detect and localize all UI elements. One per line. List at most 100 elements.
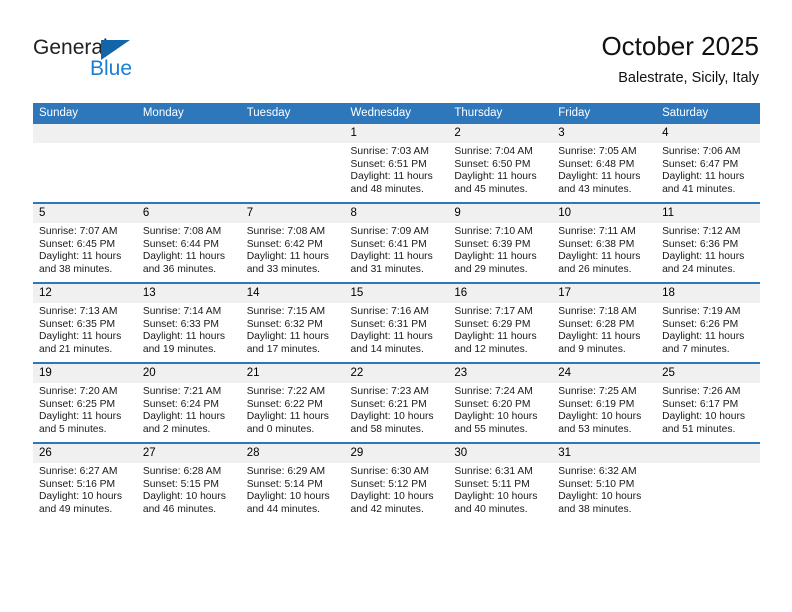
calendar-day-cell[interactable]: 26 Sunrise: 6:27 AM Sunset: 5:16 PM Dayligh…: [33, 442, 137, 522]
page-header: General Blue October 2025 Balestrate, Si…: [0, 0, 792, 100]
calendar-day-cell[interactable]: 22 Sunrise: 7:23 AM Sunset: 6:21 PM Dayligh…: [344, 362, 449, 443]
sunset-text: Sunset: 6:45 PM: [39, 238, 116, 250]
daylight-text: and 36 minutes.: [142, 263, 217, 275]
daylight-text: Daylight: 11 hours: [142, 411, 226, 423]
sunset-text: Sunset: 6:33 PM: [142, 318, 219, 330]
sunrise-text: Sunrise: 6:32 AM: [558, 466, 637, 477]
day-number: 22: [344, 364, 449, 383]
day-details: Sunrise: 7:25 AM Sunset: 6:19 PM Daylight:…: [552, 383, 656, 436]
daylight-text: and 33 minutes.: [246, 263, 320, 275]
sunset-text: Sunset: 6:35 PM: [39, 318, 116, 330]
daylight-text: and 46 minutes.: [142, 503, 217, 515]
sunrise-text: Sunrise: 6:29 AM: [246, 466, 326, 477]
calendar-day-cell[interactable]: 24 Sunrise: 7:25 AM Sunset: 6:19 PM Dayligh…: [552, 362, 657, 443]
sunset-text: Sunset: 6:39 PM: [454, 238, 531, 250]
calendar-day-cell[interactable]: 16 Sunrise: 7:17 AM Sunset: 6:29 PM Dayligh…: [448, 282, 553, 363]
daylight-text: and 43 minutes.: [558, 183, 632, 195]
day-details: Sunrise: 7:21 AM Sunset: 6:24 PM Daylight:…: [137, 383, 241, 436]
day-details: Sunrise: 7:15 AM Sunset: 6:32 PM Daylight:…: [241, 303, 345, 356]
sunrise-text: Sunrise: 7:24 AM: [454, 386, 533, 397]
calendar-day-cell[interactable]: 25 Sunrise: 7:26 AM Sunset: 6:17 PM Dayligh…: [656, 362, 760, 443]
calendar-day-cell[interactable]: 17 Sunrise: 7:18 AM Sunset: 6:28 PM Dayligh…: [552, 282, 657, 363]
sunset-text: Sunset: 5:15 PM: [142, 478, 219, 490]
calendar-day-cell[interactable]: 30 Sunrise: 6:31 AM Sunset: 5:11 PM Dayligh…: [448, 442, 553, 522]
sunset-text: Sunset: 6:51 PM: [350, 158, 427, 170]
daylight-text: and 0 minutes.: [246, 423, 315, 435]
daylight-text: Daylight: 11 hours: [350, 331, 433, 343]
sunset-text: Sunset: 6:50 PM: [454, 158, 531, 170]
weekday-header-sunday: Sunday: [33, 103, 137, 124]
daylight-text: and 45 minutes.: [454, 183, 528, 195]
calendar-day-cell[interactable]: 15 Sunrise: 7:16 AM Sunset: 6:31 PM Dayligh…: [344, 282, 449, 363]
calendar-day-cell[interactable]: 27 Sunrise: 6:28 AM Sunset: 5:15 PM Dayligh…: [136, 442, 241, 522]
calendar-day-cell[interactable]: 1 Sunrise: 7:03 AM Sunset: 6:51 PM Daylight…: [344, 124, 449, 203]
calendar-week-row: 19 Sunrise: 7:20 AM Sunset: 6:25 PM Dayligh…: [33, 362, 760, 443]
daylight-text: and 38 minutes.: [558, 503, 632, 515]
daylight-text: and 40 minutes.: [454, 503, 528, 515]
daylight-text: and 51 minutes.: [662, 423, 736, 435]
calendar-day-cell[interactable]: 28 Sunrise: 6:29 AM Sunset: 5:14 PM Dayligh…: [240, 442, 345, 522]
sunrise-text: Sunrise: 7:07 AM: [39, 226, 118, 237]
calendar-day-cell[interactable]: 5 Sunrise: 7:07 AM Sunset: 6:45 PM Daylight…: [33, 202, 137, 283]
daylight-text: Daylight: 10 hours: [558, 411, 642, 423]
calendar-cell-empty: [656, 442, 760, 522]
calendar-day-cell[interactable]: 13 Sunrise: 7:14 AM Sunset: 6:33 PM Dayligh…: [136, 282, 241, 363]
daylight-text: and 38 minutes.: [39, 263, 113, 275]
calendar-day-cell[interactable]: 21 Sunrise: 7:22 AM Sunset: 6:22 PM Dayligh…: [240, 362, 345, 443]
day-number: 20: [136, 364, 241, 383]
calendar-day-cell[interactable]: 9 Sunrise: 7:10 AM Sunset: 6:39 PM Daylight…: [448, 202, 553, 283]
day-number: 23: [448, 364, 553, 383]
sunset-text: Sunset: 6:47 PM: [662, 158, 739, 170]
day-number: 15: [344, 284, 449, 303]
calendar-day-cell[interactable]: 6 Sunrise: 7:08 AM Sunset: 6:44 PM Daylight…: [136, 202, 241, 283]
day-number: 10: [552, 204, 657, 223]
calendar-day-cell[interactable]: 10 Sunrise: 7:11 AM Sunset: 6:38 PM Dayligh…: [552, 202, 657, 283]
general-blue-logo[interactable]: General Blue: [33, 36, 173, 84]
calendar-day-cell[interactable]: 2 Sunrise: 7:04 AM Sunset: 6:50 PM Daylight…: [448, 124, 553, 203]
sunrise-text: Sunrise: 7:21 AM: [142, 386, 222, 397]
calendar-day-cell[interactable]: 19 Sunrise: 7:20 AM Sunset: 6:25 PM Dayligh…: [33, 362, 137, 443]
day-details: Sunrise: 7:23 AM Sunset: 6:21 PM Daylight:…: [345, 383, 449, 436]
day-details: Sunrise: 7:24 AM Sunset: 6:20 PM Daylight:…: [448, 383, 552, 436]
day-number: 2: [448, 124, 553, 143]
sunset-text: Sunset: 6:24 PM: [142, 398, 219, 410]
calendar-day-cell[interactable]: 29 Sunrise: 6:30 AM Sunset: 5:12 PM Dayligh…: [344, 442, 449, 522]
sunrise-text: Sunrise: 7:14 AM: [142, 306, 222, 317]
daylight-text: Daylight: 11 hours: [558, 251, 641, 263]
calendar-week-row: 12 Sunrise: 7:13 AM Sunset: 6:35 PM Dayligh…: [33, 282, 760, 363]
sunset-text: Sunset: 5:16 PM: [39, 478, 116, 490]
calendar-day-cell[interactable]: 18 Sunrise: 7:19 AM Sunset: 6:26 PM Dayligh…: [656, 282, 760, 363]
calendar-day-cell[interactable]: 20 Sunrise: 7:21 AM Sunset: 6:24 PM Dayligh…: [136, 362, 241, 443]
calendar-day-cell[interactable]: 11 Sunrise: 7:12 AM Sunset: 6:36 PM Dayligh…: [656, 202, 760, 283]
calendar-day-cell[interactable]: 31 Sunrise: 6:32 AM Sunset: 5:10 PM Dayligh…: [552, 442, 657, 522]
sunset-text: Sunset: 6:41 PM: [350, 238, 427, 250]
day-number: [656, 444, 760, 463]
day-details: Sunrise: 7:14 AM Sunset: 6:33 PM Daylight:…: [137, 303, 241, 356]
calendar-day-cell[interactable]: 8 Sunrise: 7:09 AM Sunset: 6:41 PM Daylight…: [344, 202, 449, 283]
calendar-day-cell[interactable]: 4 Sunrise: 7:06 AM Sunset: 6:47 PM Daylight…: [656, 124, 760, 203]
daylight-text: Daylight: 11 hours: [662, 251, 745, 263]
calendar-day-cell[interactable]: 12 Sunrise: 7:13 AM Sunset: 6:35 PM Dayligh…: [33, 282, 137, 363]
calendar-day-cell[interactable]: 7 Sunrise: 7:08 AM Sunset: 6:42 PM Daylight…: [240, 202, 345, 283]
sunset-text: Sunset: 6:42 PM: [246, 238, 323, 250]
daylight-text: and 21 minutes.: [39, 343, 113, 355]
day-details: Sunrise: 6:29 AM Sunset: 5:14 PM Daylight:…: [241, 463, 345, 516]
daylight-text: Daylight: 11 hours: [39, 331, 122, 343]
location-subtitle: Balestrate, Sicily, Italy: [618, 70, 759, 86]
calendar-day-cell[interactable]: 3 Sunrise: 7:05 AM Sunset: 6:48 PM Daylight…: [552, 124, 657, 203]
daylight-text: Daylight: 11 hours: [558, 331, 641, 343]
weekday-header-monday: Monday: [136, 103, 241, 124]
day-number: 16: [448, 284, 553, 303]
weekday-header-saturday: Saturday: [656, 103, 760, 124]
day-number: 19: [33, 364, 137, 383]
calendar-day-cell[interactable]: 14 Sunrise: 7:15 AM Sunset: 6:32 PM Dayligh…: [240, 282, 345, 363]
sunrise-text: Sunrise: 7:12 AM: [662, 226, 741, 237]
sunrise-text: Sunrise: 7:15 AM: [246, 306, 326, 317]
calendar-week-row: 5 Sunrise: 7:07 AM Sunset: 6:45 PM Daylight…: [33, 202, 760, 283]
calendar-day-cell[interactable]: 23 Sunrise: 7:24 AM Sunset: 6:20 PM Dayligh…: [448, 362, 553, 443]
sunset-text: Sunset: 6:44 PM: [142, 238, 219, 250]
day-details: Sunrise: 7:07 AM Sunset: 6:45 PM Daylight:…: [33, 223, 137, 276]
sunrise-text: Sunrise: 7:06 AM: [662, 146, 741, 157]
daylight-text: Daylight: 11 hours: [246, 331, 329, 343]
day-details: Sunrise: 6:27 AM Sunset: 5:16 PM Daylight:…: [33, 463, 137, 516]
